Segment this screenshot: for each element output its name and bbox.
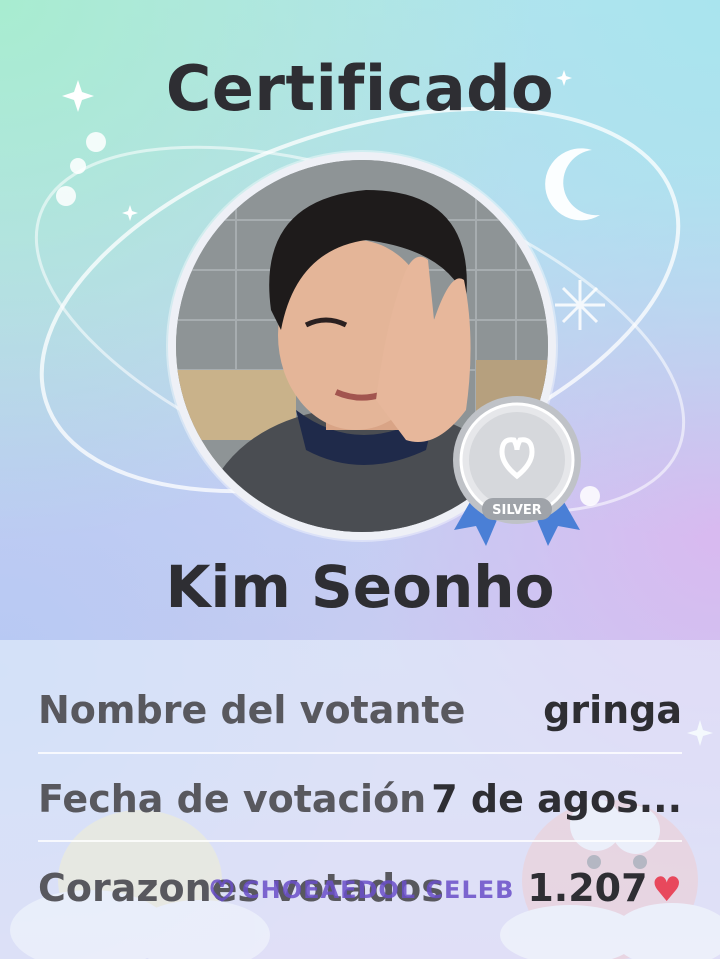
watermark-text: CHOEAEDOL CELEB [242,876,515,904]
hearts-voted-value-wrap: 1.207 ♥ [527,866,682,910]
star-icon [555,280,605,330]
hearts-voted-value: 1.207 [527,866,648,910]
badge-label: SILVER [492,503,542,518]
voter-name-label: Nombre del votante [38,688,466,732]
celebrity-name: Kim Seonho [165,553,555,621]
moon-icon [545,148,600,221]
voter-name-row: Nombre del votante gringa [38,666,682,754]
silver-badge: SILVER [453,396,581,546]
row-divider [38,752,682,754]
vote-date-value: 7 de agos... [431,777,682,821]
vote-date-label: Fecha de votación [38,777,427,821]
brand-logo-icon [210,879,234,902]
certificate-card: Certificado SILVER Kim Seonho Nombre del… [0,0,720,959]
voter-name-value: gringa [543,688,682,732]
certificate-title: Certificado [165,52,555,125]
vote-date-row: Fecha de votación 7 de agos... [38,755,682,843]
watermark: CHOEAEDOL CELEB [208,875,514,905]
heart-icon: ♥ [651,870,682,910]
row-divider [38,840,682,842]
